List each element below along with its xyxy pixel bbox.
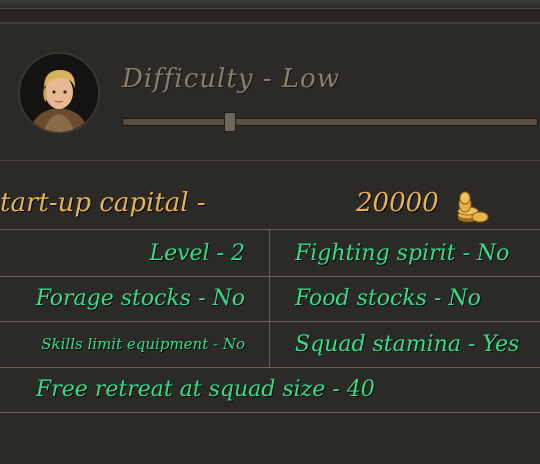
settings-row: Skills limit equipment - No Squad stamin… xyxy=(0,321,540,368)
forage-stocks-value: Forage stocks - No xyxy=(0,275,270,321)
settings-row: Level - 2 Fighting spirit - No xyxy=(0,229,540,277)
difficulty-title: Difficulty - Low xyxy=(122,64,340,94)
difficulty-slider[interactable] xyxy=(122,118,538,126)
startup-capital-label: tart-up capital - xyxy=(0,188,206,218)
hero-portrait xyxy=(20,54,98,132)
top-border xyxy=(0,0,540,9)
difficulty-slider-handle[interactable] xyxy=(224,112,237,132)
startup-capital-value: 20000 xyxy=(356,188,439,218)
gold-coins-icon xyxy=(452,190,490,224)
fighting-spirit-value: Fighting spirit - No xyxy=(295,240,510,266)
level-value: Level - 2 xyxy=(0,230,270,276)
skills-limit-value: Skills limit equipment - No xyxy=(0,321,270,367)
settings-row: Forage stocks - No Food stocks - No xyxy=(0,275,540,322)
divider xyxy=(0,160,540,161)
food-stocks-value: Food stocks - No xyxy=(295,285,481,311)
squad-stamina-value: Squad stamina - Yes xyxy=(295,331,520,357)
free-retreat-value: Free retreat at squad size - 40 xyxy=(0,367,540,413)
